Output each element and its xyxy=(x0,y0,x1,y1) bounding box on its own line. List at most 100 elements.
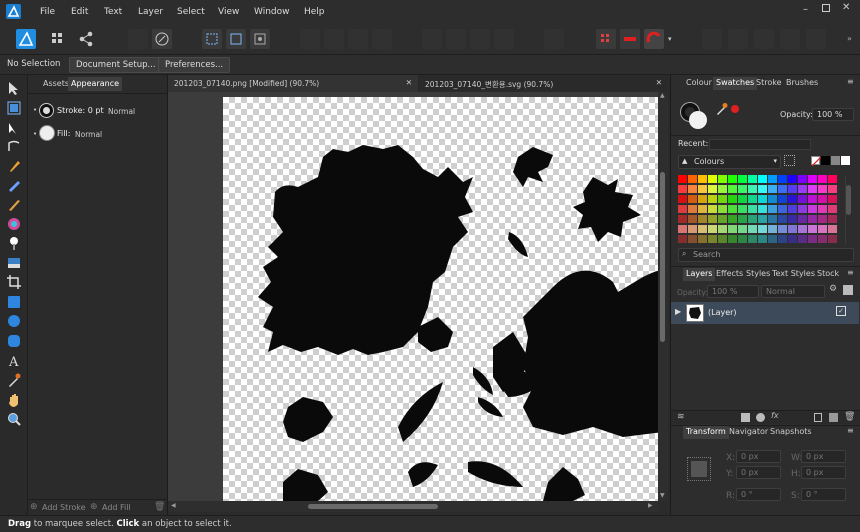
tab-layers[interactable]: Layers xyxy=(683,268,716,281)
menu-edit[interactable]: Edit xyxy=(71,7,88,17)
color-swatch[interactable] xyxy=(818,185,827,193)
color-swatch[interactable] xyxy=(738,215,747,223)
color-swatch[interactable] xyxy=(798,225,807,233)
color-swatch[interactable] xyxy=(698,195,707,203)
color-swatch[interactable] xyxy=(678,205,687,213)
color-swatch[interactable] xyxy=(718,175,727,183)
color-swatch[interactable] xyxy=(708,195,717,203)
menu-select[interactable]: Select xyxy=(177,7,205,17)
color-swatch[interactable] xyxy=(758,195,767,203)
rectangle-tool-icon[interactable] xyxy=(6,294,22,310)
panel-menu-icon[interactable]: ≡ xyxy=(847,268,854,277)
color-swatch[interactable] xyxy=(738,185,747,193)
color-swatch[interactable] xyxy=(688,215,697,223)
rounded-rect-tool-icon[interactable] xyxy=(6,333,22,349)
color-swatch[interactable] xyxy=(678,185,687,193)
color-swatch[interactable] xyxy=(818,225,827,233)
arrange-back-icon[interactable] xyxy=(300,29,320,49)
group-icon[interactable] xyxy=(829,413,838,422)
color-swatch[interactable] xyxy=(818,235,827,243)
document-setup-button[interactable]: Document Setup... xyxy=(69,57,163,73)
color-swatch[interactable] xyxy=(708,215,717,223)
add-stroke-icon[interactable]: ⊕ xyxy=(30,502,38,512)
sync-icon[interactable] xyxy=(128,29,148,49)
add-stroke-button[interactable]: Add Stroke xyxy=(42,503,86,512)
tab-transform[interactable]: Transform xyxy=(683,426,729,439)
boolean-divide-icon[interactable] xyxy=(806,29,826,49)
color-swatch[interactable] xyxy=(808,225,817,233)
color-swatch[interactable] xyxy=(788,205,797,213)
transparency-tool-icon[interactable] xyxy=(6,235,22,251)
scroll-up-icon[interactable]: ▲ xyxy=(660,92,665,99)
stroke-visibility-icon[interactable]: • xyxy=(33,106,37,114)
add-fill-icon[interactable]: ⊕ xyxy=(90,502,98,512)
swatch-grid[interactable] xyxy=(678,175,837,245)
color-swatch[interactable] xyxy=(698,215,707,223)
swatch-white[interactable] xyxy=(841,156,850,165)
color-swatch[interactable] xyxy=(738,205,747,213)
menu-view[interactable]: View xyxy=(218,7,239,17)
tab-effects[interactable]: Effects xyxy=(713,268,746,281)
color-swatch[interactable] xyxy=(698,225,707,233)
palette-dropdown[interactable]: ▲ Colours ▾ xyxy=(678,155,781,169)
canvas-area[interactable] xyxy=(168,92,658,501)
tab-appearance[interactable]: Appearance xyxy=(68,77,123,91)
geometry-icon[interactable] xyxy=(620,29,640,49)
color-swatch[interactable] xyxy=(818,205,827,213)
color-swatch[interactable] xyxy=(718,205,727,213)
color-swatch[interactable] xyxy=(818,195,827,203)
anchor-selector[interactable] xyxy=(687,457,711,481)
close-icon[interactable]: ✕ xyxy=(842,2,850,13)
designer-persona-icon[interactable] xyxy=(16,29,36,49)
color-swatch[interactable] xyxy=(818,215,827,223)
x-field[interactable]: 0 px xyxy=(736,450,781,463)
color-swatch[interactable] xyxy=(828,205,837,213)
flip-h-icon[interactable] xyxy=(470,29,490,49)
layer-row[interactable]: ▶ (Layer) ✓ xyxy=(671,302,859,324)
distribute-icon[interactable] xyxy=(446,29,466,49)
blend-mode-dropdown[interactable]: Normal xyxy=(761,285,825,298)
color-swatch[interactable] xyxy=(808,195,817,203)
color-swatch[interactable] xyxy=(748,195,757,203)
minimize-icon[interactable]: – xyxy=(803,4,808,15)
doc-tab-svg[interactable]: 201203_07140_변환용.svg (90.7%) ✕ xyxy=(419,75,668,92)
color-swatch[interactable] xyxy=(698,205,707,213)
color-swatch[interactable] xyxy=(718,195,727,203)
color-swatch[interactable] xyxy=(768,185,777,193)
boolean-intersect-icon[interactable] xyxy=(754,29,774,49)
zoom-tool-icon[interactable] xyxy=(6,411,22,427)
color-swatch[interactable] xyxy=(678,215,687,223)
leaf-silhouettes[interactable] xyxy=(223,97,658,501)
menu-text[interactable]: Text xyxy=(104,7,122,17)
layer-name[interactable]: (Layer) xyxy=(708,308,737,317)
color-swatch[interactable] xyxy=(788,195,797,203)
color-swatch[interactable] xyxy=(768,195,777,203)
color-swatch[interactable] xyxy=(768,225,777,233)
scroll-right-icon[interactable]: ▶ xyxy=(648,502,653,509)
color-swatch[interactable] xyxy=(778,215,787,223)
color-swatch[interactable] xyxy=(698,235,707,243)
add-layer-icon[interactable] xyxy=(814,413,822,422)
color-swatch[interactable] xyxy=(778,225,787,233)
preferences-button[interactable]: Preferences... xyxy=(158,57,231,73)
color-swatch[interactable] xyxy=(738,175,747,183)
color-swatch[interactable] xyxy=(718,215,727,223)
expand-arrow-icon[interactable]: ▶ xyxy=(675,307,681,316)
color-swatch[interactable] xyxy=(728,225,737,233)
fill-swatch[interactable] xyxy=(40,126,54,140)
snap-grid-icon[interactable] xyxy=(250,29,270,49)
tab-stock[interactable]: Stock xyxy=(814,268,842,281)
color-swatch[interactable] xyxy=(678,225,687,233)
horizontal-scrollbar[interactable]: ◀ ▶ xyxy=(168,501,658,512)
color-swatch[interactable] xyxy=(708,175,717,183)
boolean-subtract-icon[interactable] xyxy=(728,29,748,49)
color-swatch[interactable] xyxy=(688,185,697,193)
close-tab-icon[interactable]: ✕ xyxy=(656,78,662,87)
color-swatch[interactable] xyxy=(808,185,817,193)
scroll-thumb[interactable] xyxy=(308,504,438,509)
color-swatch[interactable] xyxy=(748,185,757,193)
layers-stack-icon[interactable]: ≋ xyxy=(677,412,685,422)
color-swatch[interactable] xyxy=(758,235,767,243)
color-swatch[interactable] xyxy=(778,175,787,183)
flip-v-icon[interactable] xyxy=(494,29,514,49)
